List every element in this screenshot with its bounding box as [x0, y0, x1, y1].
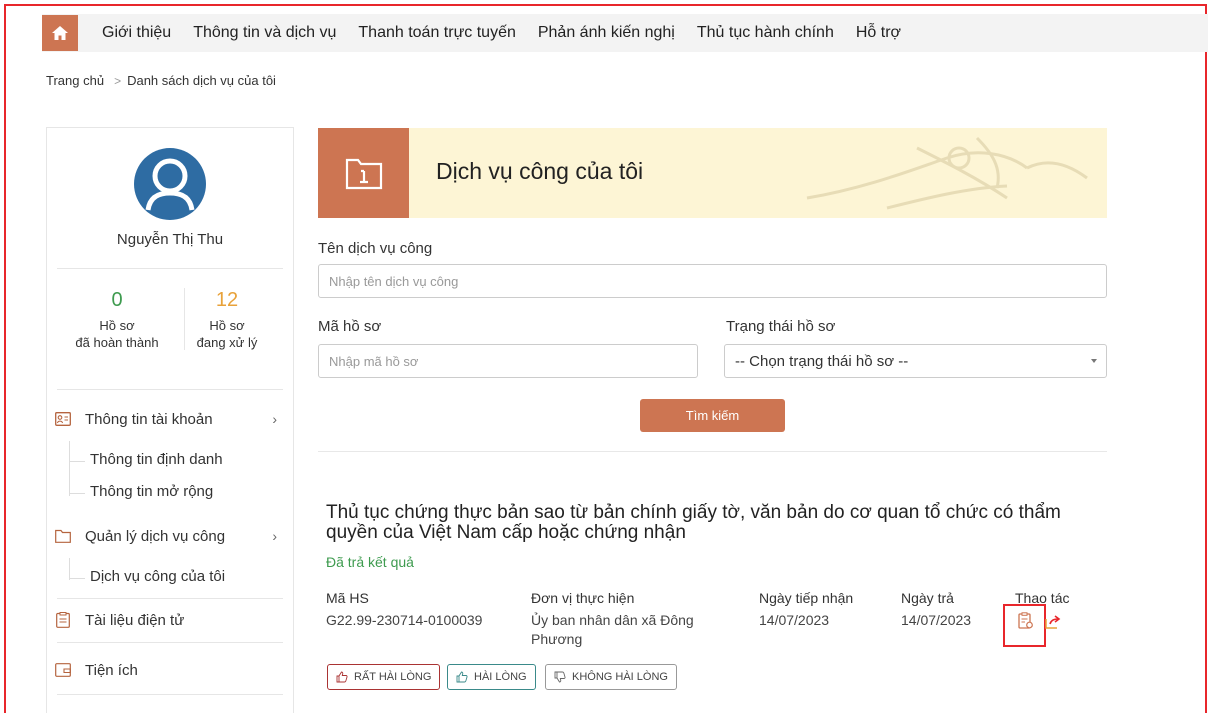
nav-item-support[interactable]: Hỗ trợ [856, 24, 901, 42]
view-document-icon[interactable] [1018, 612, 1034, 630]
record-status-label: Trạng thái hồ sơ [726, 318, 836, 335]
service-name-input[interactable] [318, 264, 1107, 298]
folder-info-icon [318, 128, 409, 218]
nav-item-info-services[interactable]: Thông tin và dịch vụ [193, 24, 336, 42]
chevron-right-icon: › [272, 411, 277, 427]
divider [318, 451, 1107, 452]
tree-tick [69, 493, 85, 494]
divider [57, 598, 283, 599]
stat-done-value: 0 [111, 289, 123, 311]
thumbs-up-icon [336, 671, 348, 683]
divider [57, 389, 283, 390]
stat-done[interactable]: 0 Hồ sơ đã hoàn thành [57, 289, 177, 351]
sidebar-item-label: Tiện ích [85, 661, 138, 679]
rating-satisfied-button[interactable]: HÀI LÒNG [447, 664, 536, 690]
share-icon[interactable] [1045, 614, 1061, 630]
thumbs-up-icon [456, 671, 468, 683]
thumbs-down-icon [554, 671, 566, 683]
page-banner: Dịch vụ công của tôi [318, 128, 1107, 218]
tree-line [69, 441, 70, 496]
rating-label: HÀI LÒNG [474, 671, 527, 683]
record-received-value: 14/07/2023 [759, 612, 830, 628]
user-avatar-icon [145, 158, 195, 211]
nav-item-feedback[interactable]: Phản ánh kiến nghị [538, 24, 675, 42]
rating-label: RẤT HÀI LÒNG [354, 671, 432, 683]
record-returned-value: 14/07/2023 [901, 612, 972, 628]
stat-done-label-1: Hồ sơ [99, 318, 135, 333]
nav-item-procedures[interactable]: Thủ tục hành chính [697, 24, 834, 42]
divider [57, 694, 283, 695]
chevron-right-icon: › [272, 528, 277, 544]
record-code-input[interactable] [318, 344, 698, 378]
rating-very-satisfied-button[interactable]: RẤT HÀI LÒNG [327, 664, 441, 690]
sidebar-item-label: Tài liệu điện tử [85, 611, 185, 629]
stat-done-label-2: đã hoàn thành [75, 335, 159, 350]
service-name-label: Tên dịch vụ công [318, 240, 433, 257]
col-header-received: Ngày tiếp nhận [759, 590, 854, 606]
sidebar: Nguyễn Thị Thu 0 Hồ sơ đã hoàn thành 12 … [46, 127, 294, 713]
tree-tick [69, 461, 85, 462]
col-header-returned: Ngày trả [901, 590, 954, 606]
sidebar-item-documents[interactable]: Tài liệu điện tử [47, 611, 293, 629]
crane-pattern-icon [806, 136, 1088, 210]
user-name: Nguyễn Thị Thu [116, 231, 224, 248]
col-header-code: Mã HS [326, 590, 369, 606]
sidebar-item-label: Quản lý dịch vụ công [85, 527, 226, 545]
stat-divider [184, 288, 185, 350]
record-status-select[interactable]: -- Chọn trạng thái hồ sơ -- [724, 344, 1107, 378]
stat-processing[interactable]: 12 Hồ sơ đang xử lý [187, 289, 267, 351]
rating-label: KHÔNG HÀI LÒNG [572, 671, 668, 683]
stat-processing-label-1: Hồ sơ [209, 318, 245, 333]
breadcrumb-home[interactable]: Trang chủ [46, 73, 104, 88]
sidebar-item-label: Thông tin tài khoản [85, 410, 213, 428]
tree-tick [69, 578, 85, 579]
wallet-icon [54, 661, 72, 679]
rating-unsatisfied-button[interactable]: KHÔNG HÀI LÒNG [545, 664, 677, 690]
top-nav: Giới thiệu Thông tin và dịch vụ Thanh to… [42, 14, 1208, 52]
sidebar-subitem-identity[interactable]: Thông tin định danh [90, 451, 223, 468]
breadcrumb-current: Danh sách dịch vụ của tôi [127, 73, 276, 88]
record-code-label: Mã hồ sơ [318, 318, 382, 335]
home-icon [52, 26, 68, 40]
record-title[interactable]: Thủ tục chứng thực bản sao từ bản chính … [326, 503, 1106, 543]
record-code-value: G22.99-230714-0100039 [326, 612, 483, 628]
sidebar-subitem-extended[interactable]: Thông tin mở rộng [90, 483, 213, 500]
record-unit-value: Ủy ban nhân dân xã Đông Phương [531, 612, 694, 647]
record-status-selected: -- Chọn trạng thái hồ sơ -- [735, 352, 909, 370]
stat-processing-value: 12 [215, 289, 239, 311]
col-header-unit: Đơn vị thực hiện [531, 590, 635, 606]
sidebar-item-account[interactable]: Thông tin tài khoản › [47, 410, 293, 428]
search-button[interactable]: Tìm kiếm [640, 399, 785, 432]
caret-down-icon [1091, 359, 1097, 363]
nav-item-about[interactable]: Giới thiệu [102, 24, 171, 42]
breadcrumb-separator: > [114, 73, 122, 88]
folder-info-icon [54, 527, 72, 545]
divider [57, 642, 283, 643]
document-icon [54, 611, 72, 629]
nav-item-online-payment[interactable]: Thanh toán trực tuyến [358, 24, 515, 42]
sidebar-item-utilities[interactable]: Tiện ích [47, 661, 293, 679]
id-card-icon [54, 410, 72, 428]
avatar [134, 148, 206, 220]
sidebar-item-services[interactable]: Quản lý dịch vụ công › [47, 527, 293, 545]
stat-processing-label-2: đang xử lý [196, 335, 258, 350]
tree-line [69, 558, 70, 580]
record-status-badge: Đã trả kết quả [326, 554, 414, 570]
page-title: Dịch vụ công của tôi [436, 158, 644, 184]
home-button[interactable] [42, 15, 78, 51]
breadcrumb: Trang chủ > Danh sách dịch vụ của tôi [46, 73, 276, 88]
sidebar-subitem-my-services[interactable]: Dịch vụ công của tôi [90, 568, 225, 585]
divider [57, 268, 283, 269]
